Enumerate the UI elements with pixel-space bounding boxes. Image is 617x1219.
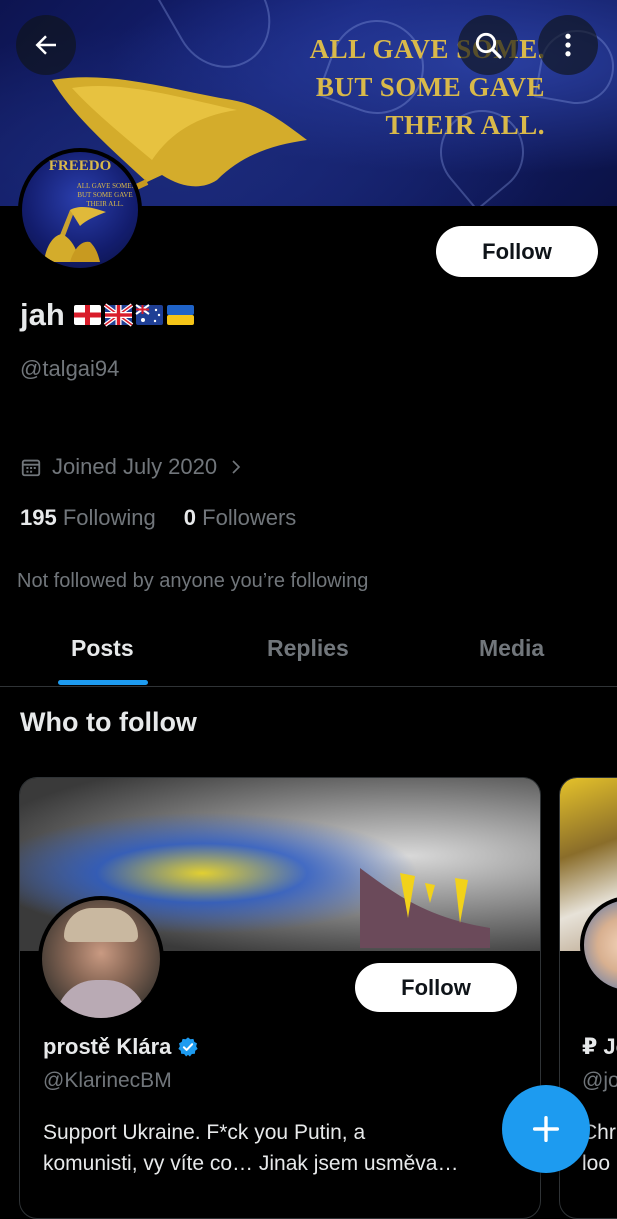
- follow-button[interactable]: Follow: [436, 226, 598, 277]
- suggestion-bio: Support Ukraine. F*ck you Putin, a komun…: [43, 1117, 458, 1179]
- chevron-right-icon: [232, 460, 241, 474]
- more-options-button[interactable]: [538, 15, 598, 75]
- suggestion-handle: @jo: [582, 1069, 617, 1092]
- banner-quote-line: THEIR ALL.: [385, 110, 545, 140]
- verified-badge-icon: [178, 1037, 199, 1057]
- not-followed-notice: Not followed by anyone you’re following: [17, 570, 369, 592]
- profile-tabs: Posts Replies Media: [0, 618, 617, 687]
- england-flag-icon: [74, 305, 102, 325]
- suggestion-handle: @KlarinecBM: [43, 1069, 172, 1092]
- tab-replies[interactable]: Replies: [267, 635, 349, 662]
- arrow-left-icon: [35, 35, 56, 55]
- display-name: jah: [20, 297, 195, 333]
- suggestion-bio-line: Support Ukraine. F*ck you Putin, a: [43, 1121, 366, 1144]
- following-count: 195: [20, 505, 57, 530]
- australia-flag-icon: [135, 304, 164, 325]
- suggestion-bio-line: loo: [582, 1152, 611, 1175]
- shoulders-shape: [56, 980, 146, 1018]
- ukraine-flag-icon: [167, 305, 195, 325]
- follow-stats: 195 Following 0 Followers: [20, 505, 296, 531]
- calendar-icon: [21, 459, 41, 477]
- cap-shape: [64, 908, 138, 942]
- following-link[interactable]: 195 Following: [20, 505, 156, 531]
- leopard-fangs-illustration: [360, 868, 490, 948]
- uk-flag-icon: [104, 303, 134, 327]
- profile-avatar[interactable]: FREEDO ALL GAVE SOME. BUT SOME GAVE THEI…: [18, 148, 142, 272]
- more-vertical-icon: [565, 33, 571, 57]
- following-label: Following: [62, 505, 156, 530]
- suggestion-name-row: prostě Klára: [43, 1034, 199, 1060]
- search-button[interactable]: [458, 15, 518, 75]
- banner-quote-line: BUT SOME GAVE: [315, 72, 545, 102]
- back-button[interactable]: [16, 15, 76, 75]
- profile-handle: @talgai94: [20, 356, 120, 381]
- suggestion-name: prostě Klára: [43, 1034, 172, 1059]
- suggestion-card[interactable]: Follow prostě Klára @KlarinecBM Support …: [19, 777, 541, 1219]
- followers-label: Followers: [202, 505, 297, 530]
- flag-emojis: [74, 303, 195, 327]
- suggestion-avatar[interactable]: [38, 896, 164, 1022]
- search-icon: [475, 32, 502, 59]
- tab-media[interactable]: Media: [479, 635, 544, 662]
- suggestion-bio-line: komunisti, vy víte co… Jinak jsem usměva…: [43, 1152, 459, 1175]
- flag-raising-silhouette: [44, 206, 106, 262]
- followers-link[interactable]: 0 Followers: [184, 505, 297, 531]
- avatar-text: FREEDO: [48, 158, 112, 174]
- suggestion-name: ₽ Jo: [582, 1034, 617, 1059]
- joined-date-row[interactable]: Joined July 2020: [20, 454, 245, 480]
- tab-posts[interactable]: Posts: [71, 635, 134, 662]
- compose-post-button[interactable]: [502, 1085, 590, 1173]
- plus-icon: [532, 1115, 560, 1143]
- joined-date-text: Joined July 2020: [52, 454, 218, 479]
- display-name-text: jah: [20, 297, 65, 332]
- suggestion-follow-button[interactable]: Follow: [355, 963, 517, 1012]
- followers-count: 0: [183, 505, 197, 530]
- active-tab-indicator: [58, 680, 148, 685]
- who-to-follow-heading: Who to follow: [20, 707, 197, 737]
